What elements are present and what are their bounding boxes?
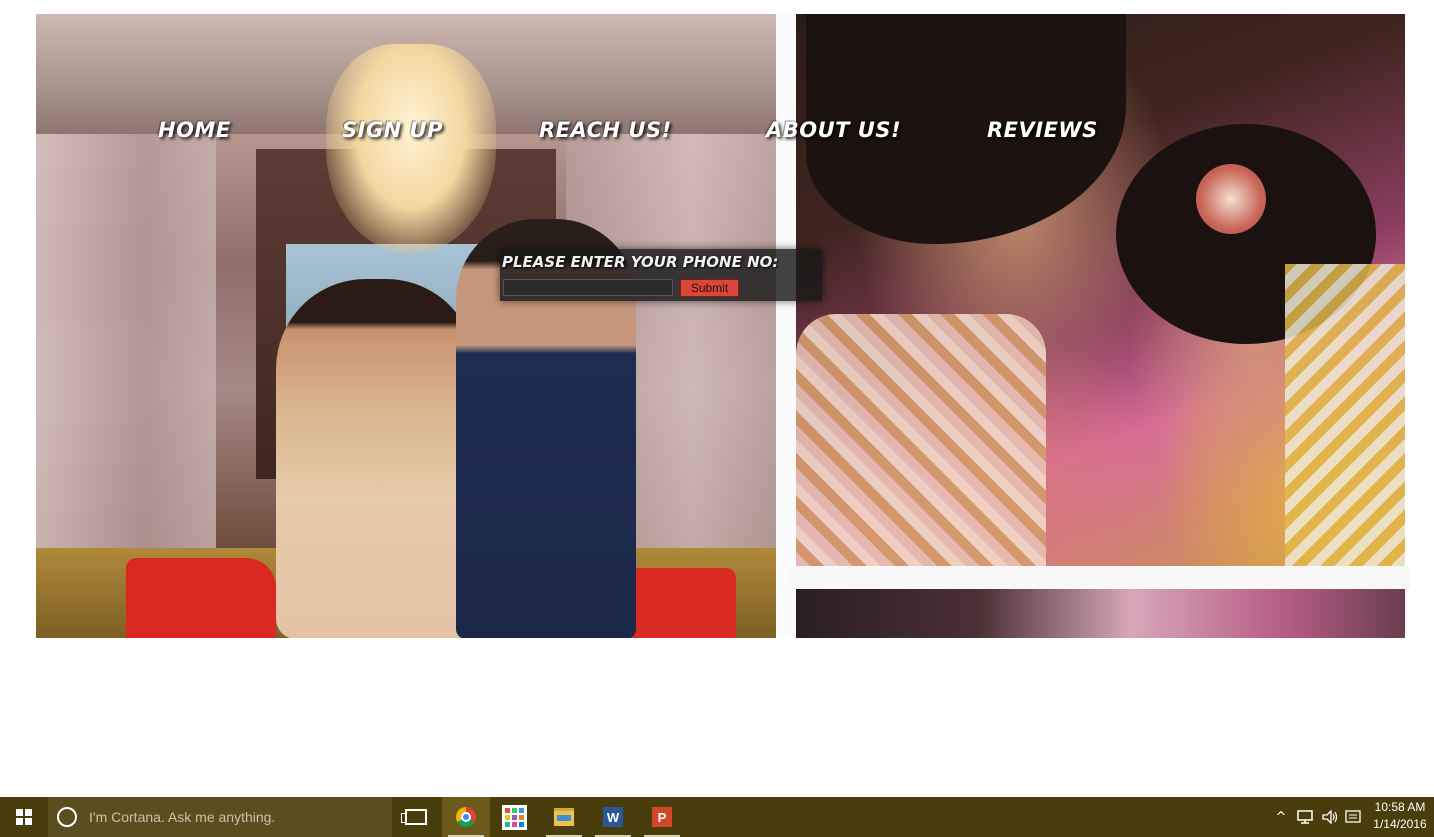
cortana-search-box[interactable]: I'm Cortana. Ask me anything. <box>48 797 392 837</box>
windows-logo-icon <box>16 809 32 825</box>
photo-garland-right <box>1285 264 1405 566</box>
wedding-kiss-photo <box>796 14 1405 566</box>
phone-label: PLEASE ENTER YOUR PHONE NO: <box>502 253 779 271</box>
cortana-placeholder: I'm Cortana. Ask me anything. <box>89 809 276 825</box>
powerpoint-icon: P <box>652 807 672 827</box>
photo-garland-left <box>796 314 1046 566</box>
submit-button[interactable]: Submit <box>680 279 739 297</box>
word-icon: W <box>603 807 623 827</box>
store-taskbar-button[interactable] <box>490 797 538 837</box>
nav-about-us-link[interactable]: ABOUT US! <box>766 118 901 142</box>
clock-time: 10:58 AM <box>1374 800 1426 814</box>
chrome-icon <box>456 807 476 827</box>
couple-photo <box>36 14 776 638</box>
file-explorer-taskbar-button[interactable] <box>540 797 588 837</box>
action-center-button[interactable] <box>1342 797 1364 837</box>
cortana-icon <box>57 807 77 827</box>
network-tray-button[interactable] <box>1293 797 1317 837</box>
action-center-icon <box>1345 810 1361 823</box>
word-taskbar-button[interactable]: W <box>589 797 637 837</box>
nav-reach-us-link[interactable]: REACH US! <box>539 118 672 142</box>
speaker-icon <box>1322 810 1338 824</box>
main-nav: HOME SIGN UP REACH US! ABOUT US! REVIEWS <box>0 112 1434 152</box>
photo-divider-horizontal <box>790 566 1410 589</box>
system-clock[interactable]: 10:58 AM 1/14/2016 <box>1366 799 1434 835</box>
taskbar: I'm Cortana. Ask me anything. W P ^ 10:5… <box>0 797 1434 837</box>
folder-icon <box>554 808 574 826</box>
nav-home-link[interactable]: HOME <box>158 118 231 142</box>
network-icon <box>1297 810 1313 824</box>
phone-input[interactable] <box>503 279 673 296</box>
show-hidden-icons-button[interactable]: ^ <box>1270 797 1292 837</box>
store-icon <box>501 804 527 830</box>
powerpoint-taskbar-button[interactable]: P <box>638 797 686 837</box>
photo-pillow-left <box>126 558 276 638</box>
hero-section: HOME SIGN UP REACH US! ABOUT US! REVIEWS… <box>0 0 1434 638</box>
nav-signup-link[interactable]: SIGN UP <box>342 118 443 142</box>
photo-headpiece <box>1196 164 1266 234</box>
photo-divider <box>776 14 796 638</box>
clock-date: 1/14/2016 <box>1373 817 1427 831</box>
photo-bride <box>276 279 476 638</box>
start-button[interactable] <box>0 797 48 837</box>
chevron-up-icon: ^ <box>1275 809 1287 825</box>
phone-form: PLEASE ENTER YOUR PHONE NO: Submit <box>500 249 822 301</box>
nav-reviews-link[interactable]: REVIEWS <box>987 118 1098 142</box>
wedding-photo-bottom <box>796 589 1405 638</box>
task-view-icon <box>401 809 427 825</box>
task-view-button[interactable] <box>392 797 440 837</box>
volume-tray-button[interactable] <box>1318 797 1342 837</box>
chrome-taskbar-button[interactable] <box>442 797 490 837</box>
